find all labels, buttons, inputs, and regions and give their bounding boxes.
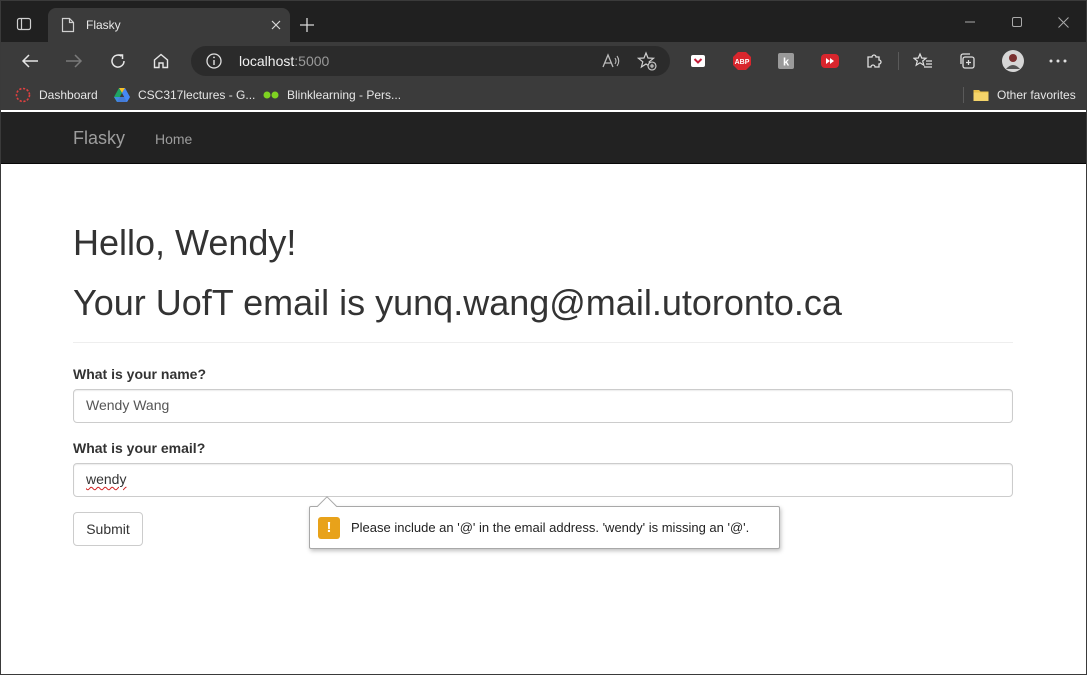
bookmark-csc317lectures[interactable]: CSC317lectures - G... [114,86,255,104]
more-menu-icon[interactable] [1048,51,1068,71]
web-page: Flasky Home Hello, Wendy! Your UofT emai… [1,112,1086,674]
navbar-brand[interactable]: Flasky [73,128,125,149]
submit-button[interactable]: Submit [73,512,143,546]
page-icon [60,17,76,33]
favorites-icon[interactable] [913,51,933,71]
name-field[interactable]: Wendy Wang [73,389,1013,423]
add-favorite-icon[interactable] [636,51,657,76]
name-field-value: Wendy Wang [86,397,170,413]
back-icon[interactable] [15,47,45,75]
tab-bar: Flasky [1,1,1086,42]
folder-icon [973,87,989,103]
name-label: What is your name? [73,366,207,382]
collections-icon[interactable] [957,51,977,71]
greeting-heading: Hello, Wendy! [73,222,297,263]
extension-k-label: k [783,57,790,69]
blinklearning-icon [263,87,279,103]
email-heading: Your UofT email is yunq.wang@mail.utoron… [73,282,842,323]
bookmarks-divider [963,87,964,103]
minimize-icon[interactable] [947,9,993,35]
tab-title: Flasky [86,18,121,32]
bookmarks-bar: Dashboard CSC317lectures - G... Blinklea… [1,80,1086,110]
adblock-plus-icon[interactable]: ABP [732,51,752,71]
browser-window: Flasky localhost:5000 ABP k Dashboard CS… [0,0,1087,675]
video-speed-icon[interactable] [820,51,840,71]
read-aloud-icon[interactable] [601,52,621,75]
refresh-icon[interactable] [103,47,133,75]
url-port: :5000 [294,53,330,69]
warning-icon: ! [318,516,340,539]
toolbar-divider [898,52,899,70]
pocket-icon[interactable] [688,51,708,71]
tab-actions-icon[interactable] [9,10,39,38]
address-bar[interactable]: localhost:5000 [191,46,670,76]
email-label: What is your email? [73,440,206,456]
puzzle-icon[interactable] [864,51,884,71]
tab-flasky[interactable]: Flasky [48,8,290,42]
header-divider [73,342,1013,343]
maximize-icon[interactable] [994,9,1040,35]
other-favorites[interactable]: Other favorites [973,86,1076,104]
forward-icon[interactable] [59,47,89,75]
dashboard-icon [15,87,31,103]
adblock-plus-label: ABP [735,59,750,66]
validation-tooltip: ! Please include an '@' in the email add… [309,496,780,549]
close-tab-icon[interactable] [262,11,290,39]
url-text[interactable]: localhost:5000 [239,53,329,69]
bookmark-label: Dashboard [39,88,98,102]
email-field-value: wendy [86,471,127,487]
tooltip-arrow [317,496,337,516]
bookmark-blinklearning[interactable]: Blinklearning - Pers... [263,86,401,104]
home-icon[interactable] [146,47,176,75]
bookmark-label: Blinklearning - Pers... [287,88,402,102]
other-favorites-label: Other favorites [997,88,1076,102]
extension-k-icon[interactable]: k [776,51,796,71]
nav-home-link[interactable]: Home [155,131,192,147]
validation-message: Please include an '@' in the email addre… [351,520,750,535]
site-info-icon[interactable] [205,52,223,70]
url-host: localhost [239,53,295,69]
close-window-icon[interactable] [1040,9,1086,35]
google-drive-icon [114,87,130,103]
bookmark-label: CSC317lectures - G... [138,88,256,102]
browser-toolbar: localhost:5000 ABP k [1,42,1086,80]
bookmark-dashboard[interactable]: Dashboard [15,86,98,104]
site-navbar: Flasky Home [1,112,1086,164]
email-field[interactable]: wendy [73,463,1013,497]
profile-avatar-icon[interactable] [1001,49,1025,73]
new-tab-icon[interactable] [294,12,320,38]
